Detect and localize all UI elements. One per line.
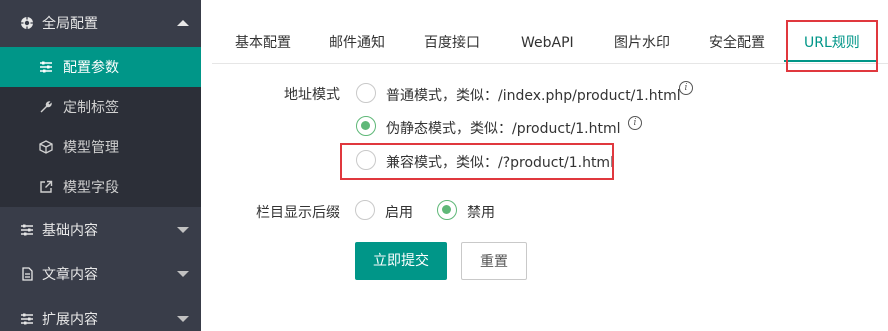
tab-email-notification[interactable]: 邮件通知 — [329, 22, 385, 64]
tab-basic-config[interactable]: 基本配置 — [235, 22, 291, 64]
sidebar-item-custom-tags[interactable]: 定制标签 — [0, 87, 201, 127]
url-mode-pseudo-static-radio[interactable] — [356, 116, 376, 136]
chevron-down-icon — [177, 226, 189, 233]
chevron-up-icon — [177, 19, 189, 26]
sidebar-item-model-fields[interactable]: 模型字段 — [0, 167, 201, 207]
url-mode-normal-radio[interactable] — [356, 83, 376, 103]
tab-security-config[interactable]: 安全配置 — [709, 22, 765, 64]
wrench-icon — [39, 100, 53, 114]
url-mode-label: 地址模式 — [284, 87, 340, 103]
sidebar-item-label: 模型字段 — [63, 180, 119, 196]
sidebar-item-config-params[interactable]: 配置参数 — [0, 47, 201, 87]
sidebar-group-global-config[interactable]: 全局配置 — [0, 0, 201, 45]
highlight-box-tab — [786, 20, 878, 72]
submit-button[interactable]: 立即提交 — [355, 242, 447, 280]
sidebar-item-label: 配置参数 — [63, 60, 119, 76]
suffix-disable-text[interactable]: 禁用 — [467, 202, 495, 222]
sidebar-item-label: 模型管理 — [63, 140, 119, 156]
sidebar-group-extended-content[interactable]: 扩展内容 — [0, 296, 201, 331]
external-link-icon — [39, 180, 53, 194]
suffix-enable-text[interactable]: 启用 — [385, 202, 413, 222]
info-icon[interactable]: i — [628, 116, 642, 130]
url-mode-pseudo-static-text[interactable]: 伪静态模式，类似：/product/1.html — [386, 118, 621, 138]
suffix-disable-radio[interactable] — [437, 200, 457, 220]
tab-baidu-api[interactable]: 百度接口 — [424, 22, 480, 64]
suffix-label: 栏目显示后缀 — [256, 205, 340, 221]
sidebar-group-label: 全局配置 — [42, 15, 98, 32]
url-mode-normal-text[interactable]: 普通模式，类似：/index.php/product/1.html — [386, 85, 681, 105]
sidebar-group-basic-content[interactable]: 基础内容 — [0, 207, 201, 252]
highlight-box-compatible — [340, 143, 614, 180]
sidebar-group-label: 基础内容 — [42, 222, 98, 239]
sliders-icon — [39, 60, 53, 74]
sidebar-item-model-management[interactable]: 模型管理 — [0, 127, 201, 167]
sliders-icon — [20, 312, 34, 326]
sliders-icon — [20, 223, 34, 237]
tab-webapi[interactable]: WebAPI — [521, 22, 574, 64]
gear-icon — [20, 16, 34, 30]
chevron-down-icon — [177, 270, 189, 277]
sidebar-group-label: 扩展内容 — [42, 311, 98, 328]
sidebar-item-label: 定制标签 — [63, 100, 119, 116]
chevron-down-icon — [177, 315, 189, 322]
info-icon[interactable]: i — [679, 81, 693, 95]
tab-image-watermark[interactable]: 图片水印 — [614, 22, 670, 64]
document-icon — [20, 266, 34, 281]
cube-icon — [39, 140, 53, 154]
sidebar: 全局配置 配置参数 定制标签 模型管理 模型字段 基础内容 文章内容 扩展内容 — [0, 0, 201, 331]
sidebar-group-label: 文章内容 — [42, 266, 98, 283]
reset-button[interactable]: 重置 — [461, 242, 527, 280]
suffix-enable-radio[interactable] — [355, 200, 375, 220]
sidebar-group-article-content[interactable]: 文章内容 — [0, 251, 201, 296]
